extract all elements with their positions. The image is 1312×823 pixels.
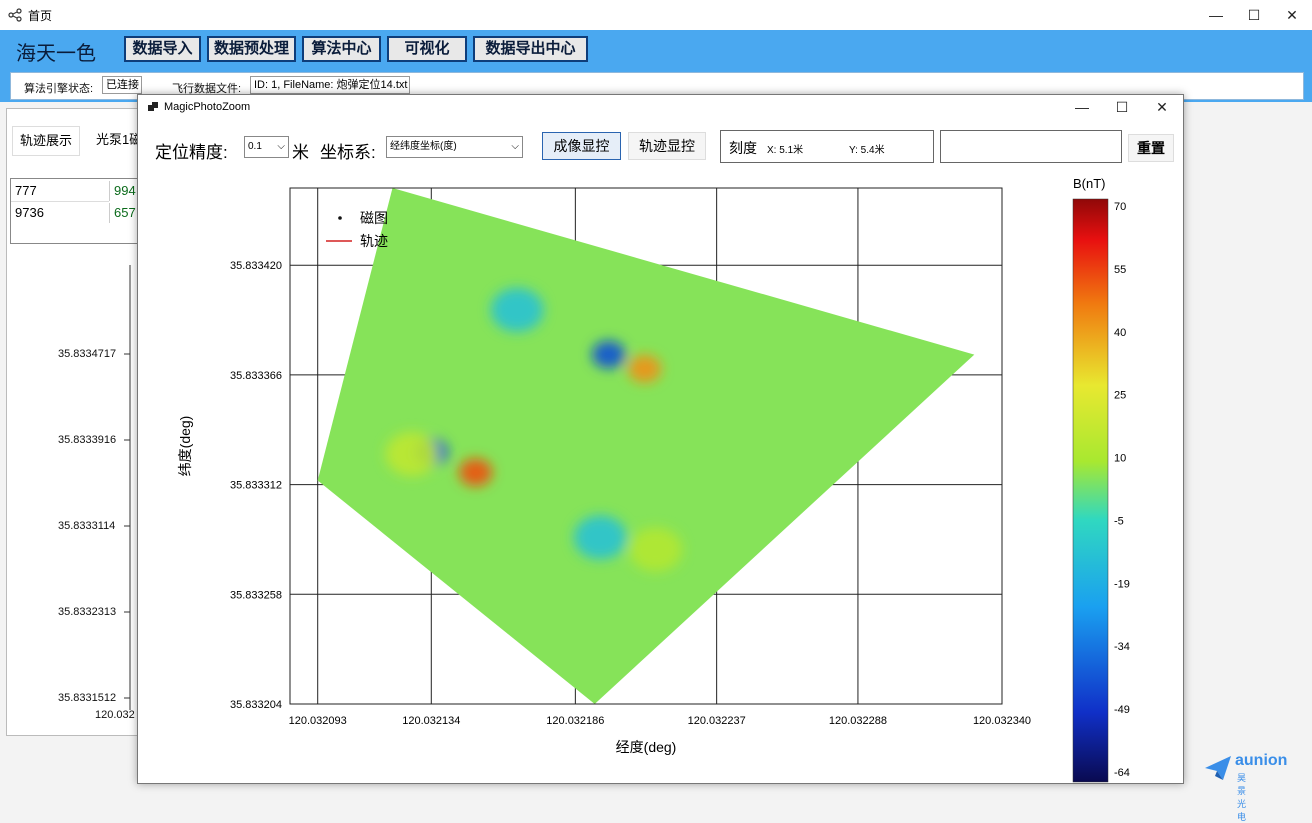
y-tick-label: 35.833312 <box>230 480 282 492</box>
colorbar-tick-label: -64 <box>1114 767 1130 779</box>
magnetic-anomaly <box>458 458 493 487</box>
x-tick-label: 120.032340 <box>973 715 1031 727</box>
paper-plane-icon <box>1205 756 1231 780</box>
colorbar-label: B(nT) <box>1073 176 1106 191</box>
magnetic-anomaly <box>591 340 626 369</box>
y-axis-label: 纬度(deg) <box>177 416 193 477</box>
x-tick-label: 120.032288 <box>829 715 887 727</box>
logo-brand: aunion <box>1235 752 1288 769</box>
x-axis-label: 经度(deg) <box>616 739 677 755</box>
colorbar-tick-label: -34 <box>1114 641 1130 653</box>
aunion-logo: aunion 昊景光电 <box>1203 752 1287 822</box>
colorbar-tick-label: -5 <box>1114 515 1124 527</box>
colorbar-tick-label: 55 <box>1114 264 1126 276</box>
magnetic-anomaly <box>385 432 439 477</box>
y-tick-label: 35.833366 <box>230 370 282 382</box>
chart-legend: 磁图 轨迹 <box>326 210 388 249</box>
x-tick-label: 120.032134 <box>402 715 460 727</box>
x-tick-label: 120.032186 <box>546 715 604 727</box>
colorbar-tick-label: 70 <box>1114 201 1126 213</box>
magnetic-anomaly <box>629 527 683 572</box>
colorbar-tick-label: -49 <box>1114 704 1130 716</box>
magnetic-anomaly <box>490 287 544 332</box>
y-tick-label: 35.833204 <box>230 699 282 711</box>
x-tick-label: 120.032093 <box>289 715 347 727</box>
magnetic-anomaly <box>627 354 662 383</box>
colorbar-tick-label: 40 <box>1114 327 1126 339</box>
y-tick-label: 35.833420 <box>230 260 282 272</box>
x-tick-label: 120.032237 <box>688 715 746 727</box>
logo-sub: 昊景光电 <box>1237 773 1247 822</box>
colorbar-tick-label: 10 <box>1114 453 1126 465</box>
legend-marker-magmap <box>338 216 342 220</box>
y-tick-label: 35.833258 <box>230 589 282 601</box>
colorbar-tick-label: -19 <box>1114 578 1130 590</box>
magnetic-anomaly <box>573 515 627 560</box>
colorbar-tick-label: 25 <box>1114 390 1126 402</box>
magnetic-map-chart: 120.032093 120.032134 120.032186 120.032237… <box>177 176 1130 783</box>
colorbar <box>1072 198 1109 783</box>
legend-magmap: 磁图 <box>360 210 388 226</box>
legend-track: 轨迹 <box>360 233 388 249</box>
colorbar-ticks: 70 55 40 25 10 -5 -19 -34 -49 -64 <box>1114 201 1130 779</box>
